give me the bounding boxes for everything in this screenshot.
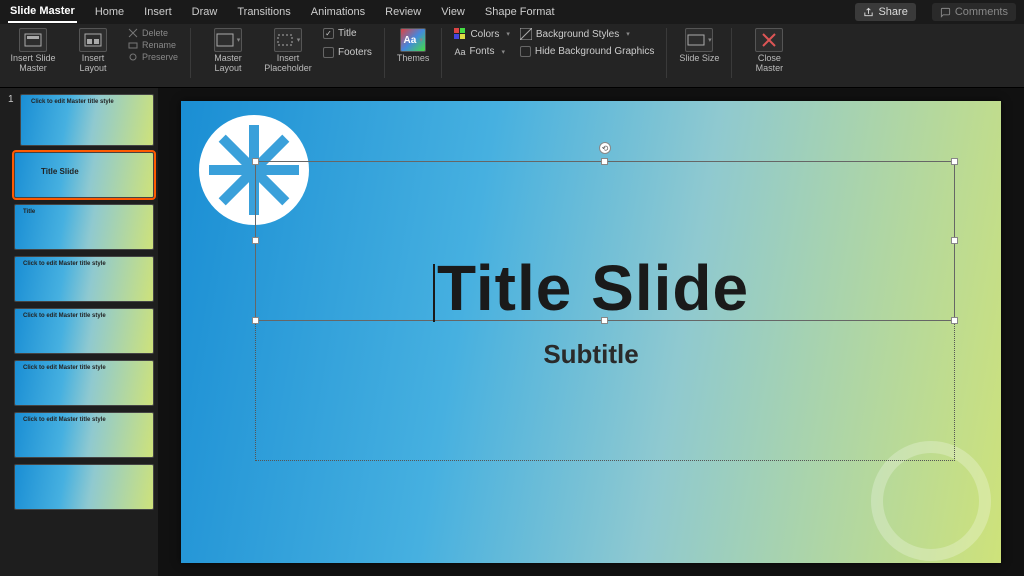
thumb-master[interactable]: Click to edit Master title style [20, 94, 154, 146]
slide-master-icon [19, 28, 47, 52]
thumb-layout-0[interactable]: Title Slide [14, 152, 154, 198]
colors-dropdown[interactable]: Colors [454, 28, 509, 40]
thumb-layout-1[interactable]: Title [14, 204, 154, 250]
insert-slide-master-button[interactable]: Insert Slide Master [8, 28, 58, 74]
menu-tabs: Slide Master Home Insert Draw Transition… [0, 0, 1024, 24]
insert-placeholder-button[interactable]: Insert Placeholder [263, 28, 313, 74]
background-styles-dropdown[interactable]: Background Styles [520, 28, 655, 40]
rotate-handle[interactable]: ⟲ [599, 142, 611, 154]
slide-size-button[interactable]: Slide Size [679, 28, 719, 64]
slide-size-icon [685, 28, 713, 52]
tab-transitions[interactable]: Transitions [235, 2, 292, 22]
layout-icon [79, 28, 107, 52]
colors-icon [454, 28, 466, 40]
fonts-dropdown[interactable]: AaFonts [454, 46, 509, 57]
tab-home[interactable]: Home [93, 2, 126, 22]
tab-draw[interactable]: Draw [190, 2, 220, 22]
master-layout-icon [214, 28, 242, 52]
tab-insert[interactable]: Insert [142, 2, 174, 22]
tab-shape-format[interactable]: Shape Format [483, 2, 557, 22]
placeholder-icon [274, 28, 302, 52]
resize-handle[interactable] [601, 158, 608, 165]
check-icon: ✓ [323, 28, 334, 39]
preserve-icon [128, 52, 138, 62]
subtitle-text[interactable]: Subtitle [181, 339, 1001, 370]
resize-handle[interactable] [951, 237, 958, 244]
themes-icon: Aa [400, 28, 426, 52]
bg-styles-icon [520, 28, 532, 40]
insert-layout-button[interactable]: Insert Layout [68, 28, 118, 74]
tab-view[interactable]: View [439, 2, 467, 22]
thumb-layout-5[interactable]: Click to edit Master title style [14, 412, 154, 458]
comment-icon [940, 7, 951, 18]
title-text[interactable]: Title Slide [181, 251, 1001, 325]
tab-slide-master[interactable]: Slide Master [8, 1, 77, 23]
title-checkbox[interactable]: ✓Title [323, 28, 372, 39]
slide-canvas-area: ⟲ Title Slide Subtitle [158, 88, 1024, 576]
delete-icon [128, 28, 138, 38]
comments-label: Comments [955, 6, 1008, 18]
footers-checkbox[interactable]: Footers [323, 47, 372, 58]
thumb-layout-6[interactable] [14, 464, 154, 510]
delete-button[interactable]: Delete [128, 28, 178, 38]
resize-handle[interactable] [252, 158, 259, 165]
fonts-icon: Aa [454, 47, 465, 57]
workspace: 1 Click to edit Master title style Title… [0, 88, 1024, 576]
slide-number: 1 [8, 94, 14, 105]
thumbnail-panel[interactable]: 1 Click to edit Master title style Title… [0, 88, 158, 576]
thumb-layout-2[interactable]: Click to edit Master title style [14, 256, 154, 302]
rename-button[interactable]: Rename [128, 40, 178, 50]
thumb-layout-3[interactable]: Click to edit Master title style [14, 308, 154, 354]
resize-handle[interactable] [951, 158, 958, 165]
tab-animations[interactable]: Animations [309, 2, 367, 22]
resize-handle[interactable] [252, 237, 259, 244]
thumb-layout-4[interactable]: Click to edit Master title style [14, 360, 154, 406]
rename-icon [128, 40, 138, 50]
hide-background-checkbox[interactable]: Hide Background Graphics [520, 46, 655, 57]
share-button[interactable]: Share [855, 3, 915, 21]
text-cursor [433, 264, 435, 322]
close-icon [755, 28, 783, 52]
preserve-button[interactable]: Preserve [128, 52, 178, 62]
ribbon: Insert Slide Master Insert Layout Delete… [0, 24, 1024, 88]
themes-button[interactable]: Aa Themes [397, 28, 430, 64]
close-master-button[interactable]: Close Master [744, 28, 794, 74]
master-layout-button[interactable]: Master Layout [203, 28, 253, 74]
slide[interactable]: ⟲ Title Slide Subtitle [181, 101, 1001, 563]
share-icon [863, 7, 874, 18]
tab-review[interactable]: Review [383, 2, 423, 22]
comments-button[interactable]: Comments [932, 3, 1016, 21]
share-label: Share [878, 6, 907, 18]
